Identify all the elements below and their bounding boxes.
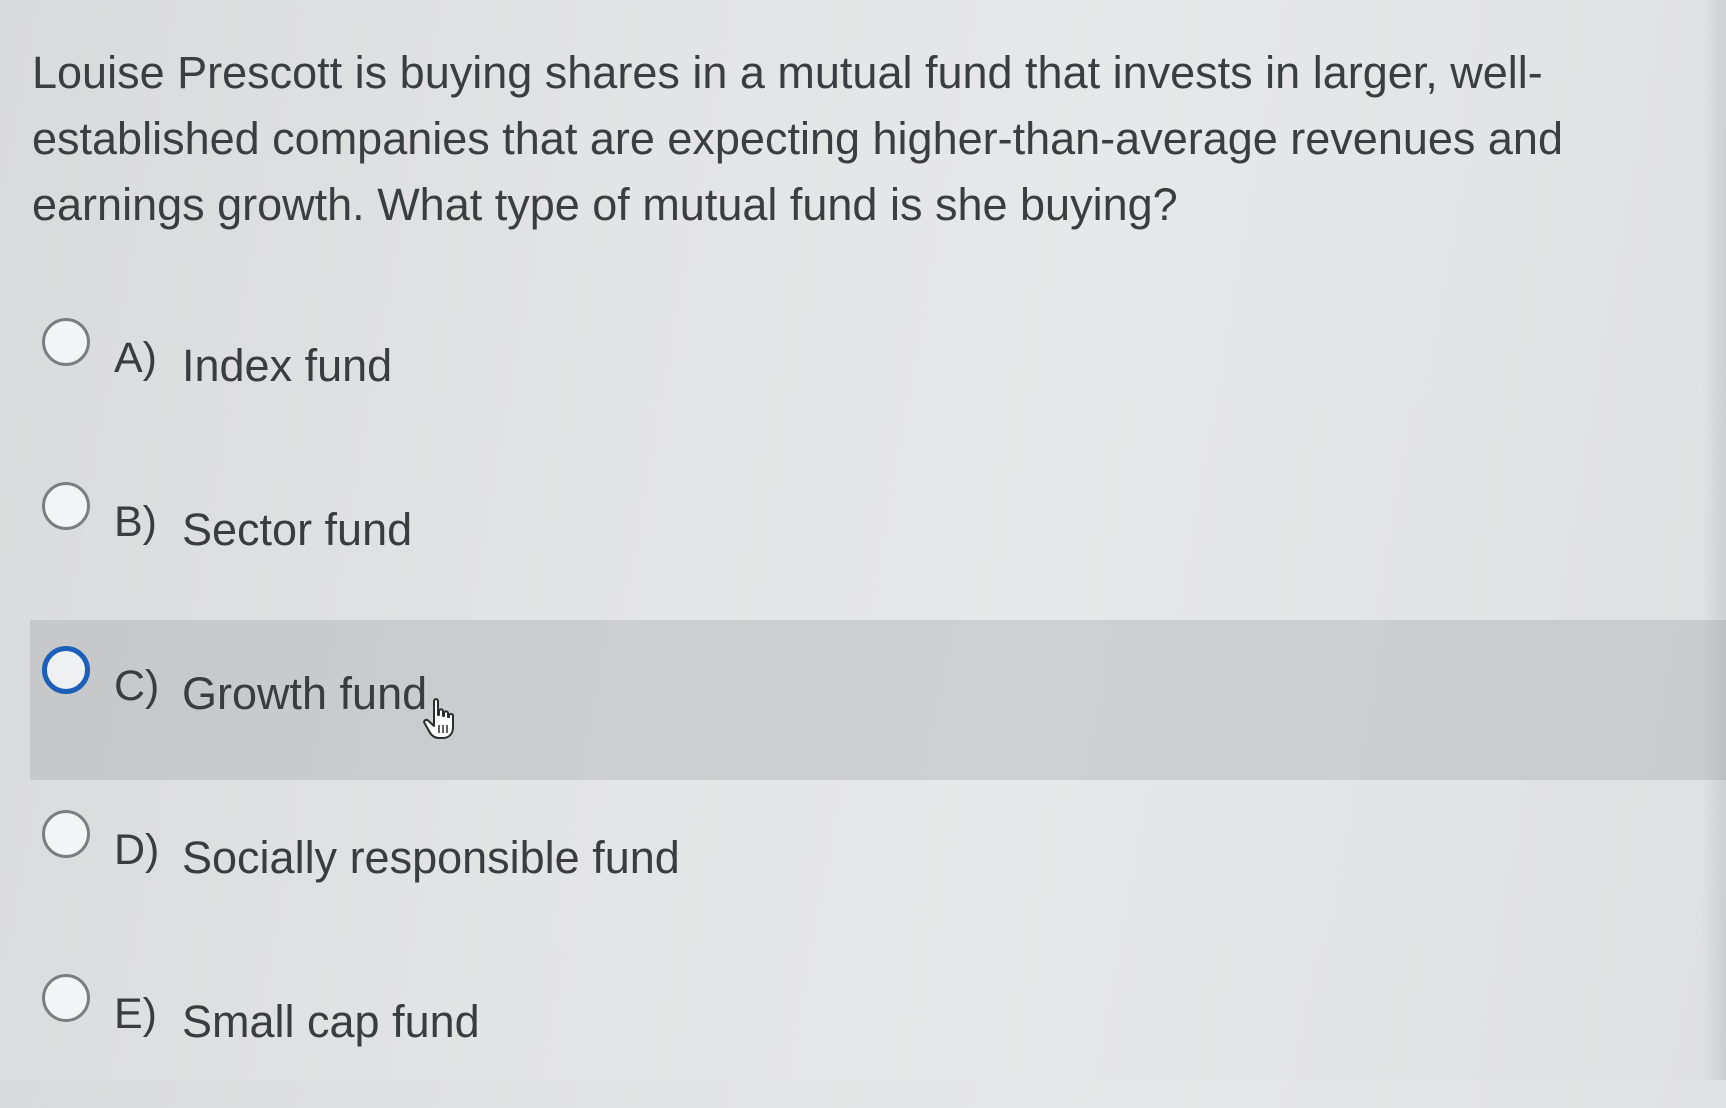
radio-button-d[interactable]: [42, 810, 90, 858]
option-label: Sector fund: [182, 504, 413, 555]
option-c[interactable]: C) Growth fund: [30, 620, 1726, 780]
option-letter: B): [114, 498, 157, 546]
option-letter: C): [114, 662, 160, 710]
radio-button-e[interactable]: [42, 974, 90, 1022]
option-label: Socially responsible fund: [182, 832, 680, 883]
option-label: Growth fund: [182, 668, 428, 719]
option-letter: D): [114, 826, 160, 874]
answer-options: A) Index fund B) Sector fund C) Growth f…: [0, 0, 1726, 1080]
option-letter: A): [114, 334, 157, 382]
option-letter: E): [114, 990, 157, 1038]
radio-button-c[interactable]: [42, 646, 90, 694]
option-a[interactable]: A) Index fund: [30, 292, 1726, 452]
radio-button-b[interactable]: [42, 482, 90, 530]
option-d[interactable]: D) Socially responsible fund: [30, 784, 1726, 944]
radio-button-a[interactable]: [42, 318, 90, 366]
option-b[interactable]: B) Sector fund: [30, 456, 1726, 616]
option-e[interactable]: E) Small cap fund: [30, 948, 1726, 1108]
option-label: Small cap fund: [182, 996, 480, 1047]
hand-pointer-icon: [423, 698, 454, 739]
option-label: Index fund: [182, 340, 393, 391]
